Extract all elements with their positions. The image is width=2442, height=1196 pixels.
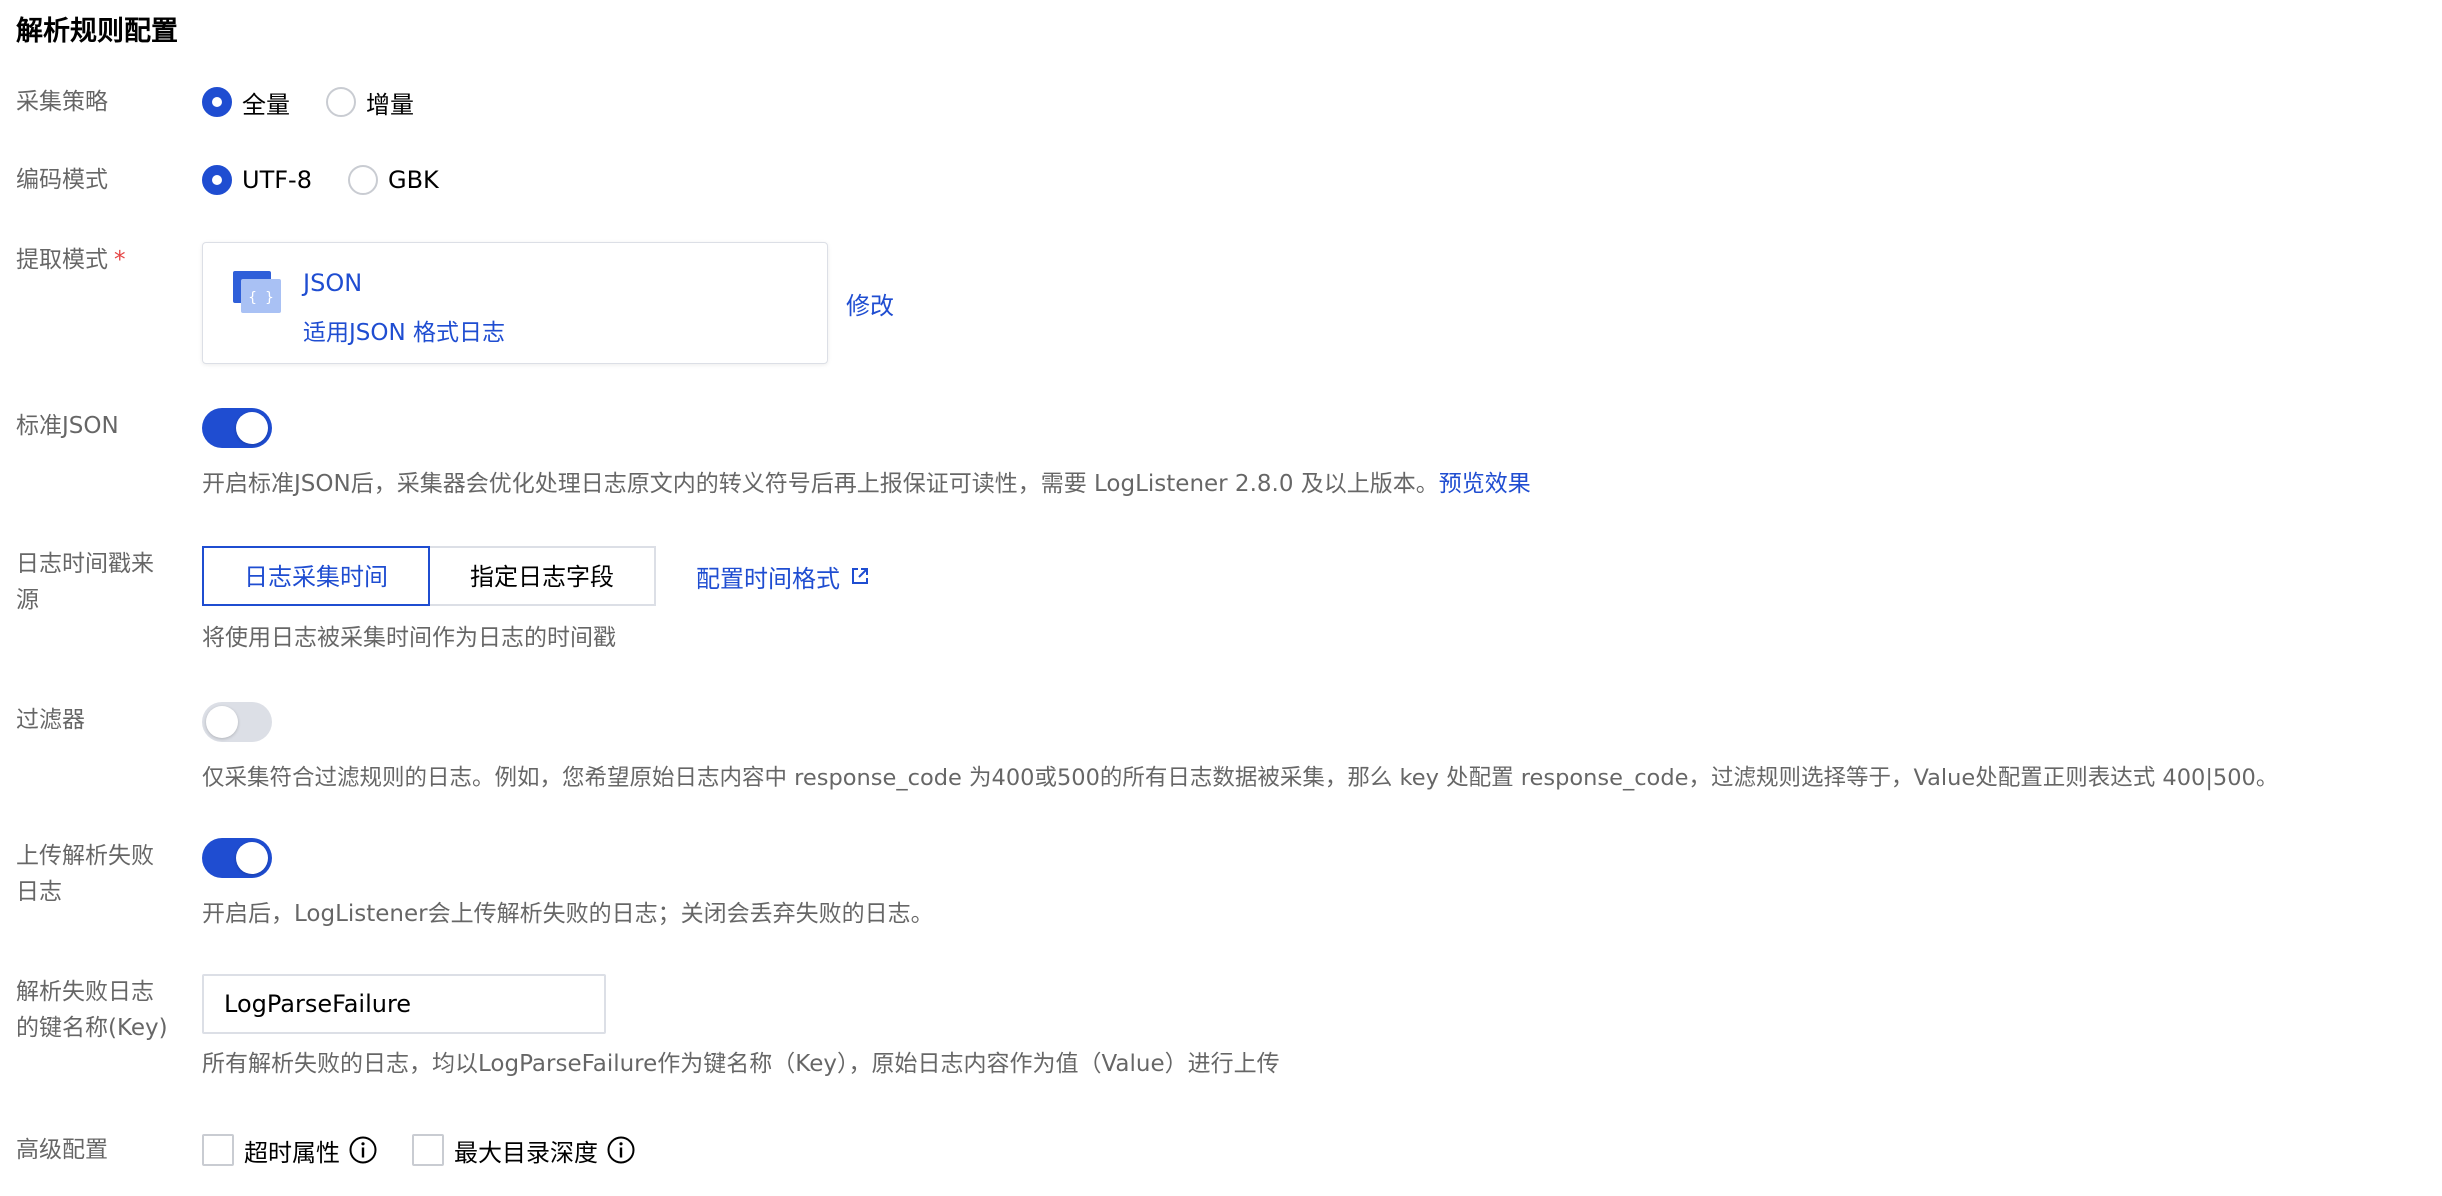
encoding-label: 编码模式 [16, 167, 108, 193]
collect-strategy-radio-group: 全量 增量 [202, 84, 450, 120]
collect-strategy-label: 采集策略 [16, 89, 108, 115]
extract-mode-row: 提取模式 * { } JSON 适用JSON 格式日志 修改 [0, 242, 2442, 366]
config-time-format-text: 配置时间格式 [696, 564, 840, 593]
encoding-radio-group: UTF-8 GBK [202, 162, 475, 198]
upload-failure-help: 开启后，LogListener会上传解析失败的日志；关闭会丢弃失败的日志。 [202, 901, 934, 927]
checkbox-max-depth-label: 最大目录深度 [454, 1138, 598, 1167]
advanced-label: 高级配置 [16, 1137, 108, 1163]
standard-json-help: 开启标准JSON后，采集器会优化处理日志原文内的转义符号后再上报保证可读性，需要… [202, 468, 1531, 500]
failure-key-content: 所有解析失败的日志，均以LogParseFailure作为键名称（Key），原始… [202, 974, 1280, 1080]
upload-failure-toggle[interactable] [202, 838, 272, 878]
toggle-knob [236, 412, 268, 444]
info-icon[interactable] [348, 1135, 378, 1165]
seg-collect-time[interactable]: 日志采集时间 [202, 546, 430, 606]
radio-utf8[interactable]: UTF-8 [202, 162, 312, 198]
extract-mode-label-text: 提取模式 [16, 247, 108, 273]
json-file-icon: { } [233, 271, 281, 313]
toggle-knob [236, 842, 268, 874]
radio-incremental-indicator[interactable] [326, 87, 356, 117]
timestamp-source-content: 日志采集时间 指定日志字段 配置时间格式 将使用日志被采集时间作为日志的时间戳 [202, 546, 870, 654]
checkbox-timeout[interactable]: 超时属性 [202, 1133, 378, 1168]
checkbox-max-depth-box[interactable] [412, 1134, 444, 1166]
upload-failure-label: 上传解析失败日志 [16, 843, 154, 905]
timestamp-source-help: 将使用日志被采集时间作为日志的时间戳 [202, 625, 616, 651]
modify-link[interactable]: 修改 [846, 286, 894, 321]
filter-label: 过滤器 [16, 707, 85, 733]
page-title: 解析规则配置 [16, 16, 178, 47]
filter-content: 仅采集符合过滤规则的日志。例如，您希望原始日志内容中 response_code… [202, 702, 2278, 794]
checkbox-timeout-box[interactable] [202, 1134, 234, 1166]
timestamp-source-label: 日志时间戳来源 [16, 551, 154, 613]
radio-utf8-label: UTF-8 [242, 166, 312, 194]
standard-json-help-text: 开启标准JSON后，采集器会优化处理日志原文内的转义符号后再上报保证可读性，需要… [202, 471, 1439, 497]
filter-help: 仅采集符合过滤规则的日志。例如，您希望原始日志内容中 response_code… [202, 765, 2279, 791]
radio-full[interactable]: 全量 [202, 84, 290, 120]
checkbox-max-depth[interactable]: 最大目录深度 [412, 1133, 636, 1168]
seg-log-field[interactable]: 指定日志字段 [430, 546, 656, 606]
radio-gbk[interactable]: GBK [347, 162, 439, 198]
radio-gbk-indicator[interactable] [347, 165, 378, 195]
radio-gbk-label: GBK [387, 166, 439, 194]
extract-mode-desc: 适用JSON 格式日志 [303, 320, 506, 346]
timestamp-source-segmented: 日志采集时间 指定日志字段 [202, 546, 656, 606]
failure-key-label: 解析失败日志的键名称(Key) [16, 979, 168, 1041]
required-mark: * [114, 247, 126, 273]
svg-text:{ }: { } [248, 290, 273, 306]
radio-full-label: 全量 [242, 90, 290, 119]
standard-json-content: 开启标准JSON后，采集器会优化处理日志原文内的转义符号后再上报保证可读性，需要… [202, 408, 1531, 500]
checkbox-timeout-label: 超时属性 [244, 1138, 340, 1167]
radio-full-indicator[interactable] [202, 87, 232, 117]
radio-incremental[interactable]: 增量 [326, 84, 414, 120]
failure-key-help: 所有解析失败的日志，均以LogParseFailure作为键名称（Key），原始… [202, 1051, 1280, 1077]
extract-mode-label: 提取模式 * [16, 242, 166, 278]
advanced-checkbox-group: 超时属性 最大目录深度 [202, 1132, 670, 1168]
toggle-knob [206, 706, 238, 738]
standard-json-label: 标准JSON [16, 413, 119, 439]
preview-link[interactable]: 预览效果 [1439, 471, 1531, 497]
radio-incremental-label: 增量 [366, 90, 414, 119]
standard-json-toggle[interactable] [202, 408, 272, 448]
external-link-icon [852, 568, 868, 584]
extract-mode-card[interactable]: { } JSON 适用JSON 格式日志 [202, 242, 828, 364]
failure-key-input[interactable] [202, 974, 606, 1034]
radio-utf8-indicator[interactable] [202, 165, 232, 195]
config-time-format-link[interactable]: 配置时间格式 [696, 559, 870, 594]
info-icon[interactable] [606, 1135, 636, 1165]
extract-mode-name: JSON [303, 269, 363, 297]
upload-failure-content: 开启后，LogListener会上传解析失败的日志；关闭会丢弃失败的日志。 [202, 838, 934, 930]
filter-toggle[interactable] [202, 702, 272, 742]
